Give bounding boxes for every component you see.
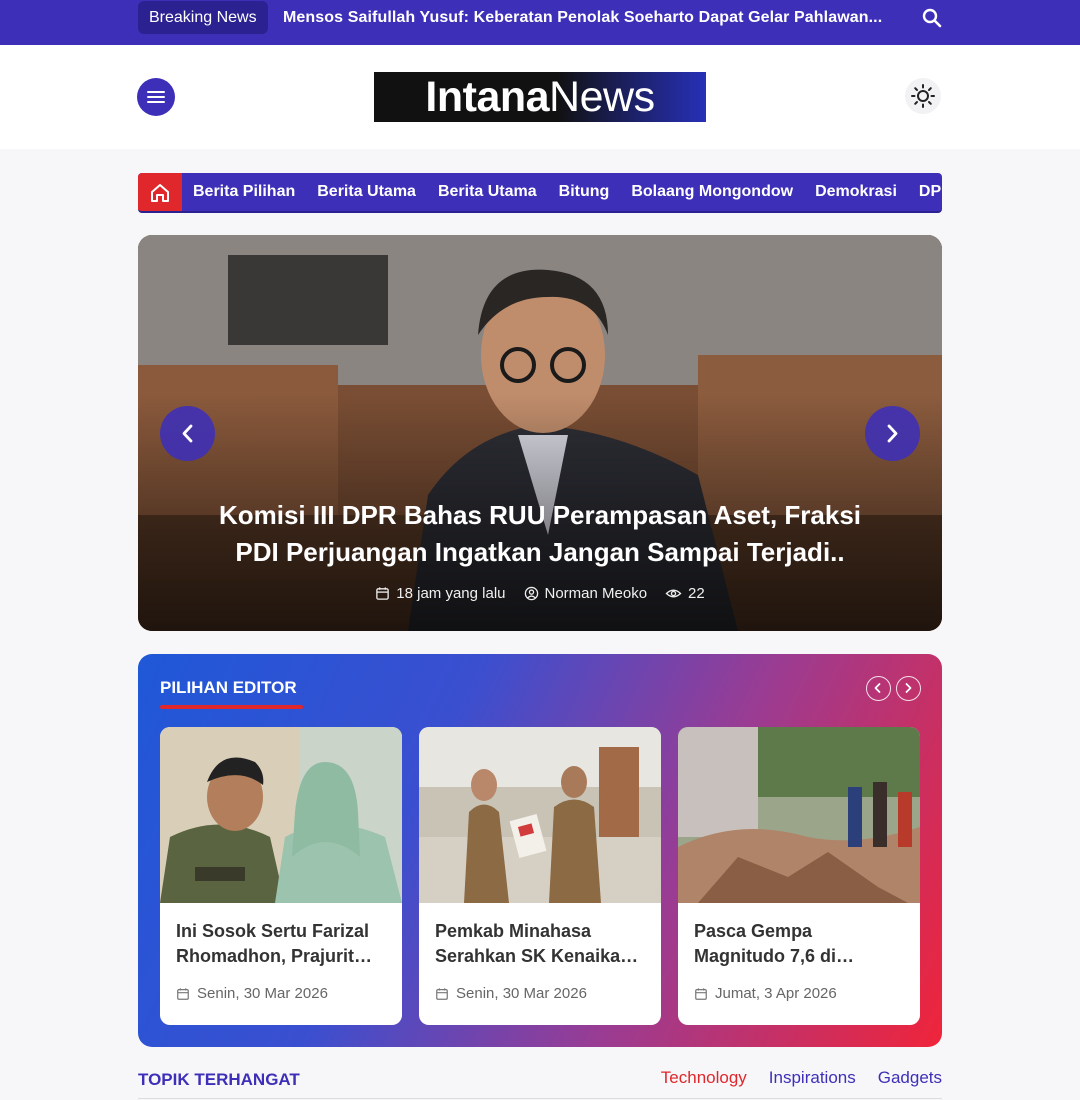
tab-gadgets[interactable]: Gadgets	[878, 1068, 942, 1088]
trending-topics-title: TOPIK TERHANGAT	[138, 1070, 300, 1089]
category-item[interactable]: Berita Utama	[306, 173, 427, 211]
article-title[interactable]: Pasca Gempa Magnitudo 7,6 di…	[694, 919, 906, 969]
calendar-icon	[695, 987, 707, 1000]
category-item[interactable]: Bitung	[548, 173, 621, 211]
sun-icon	[911, 84, 935, 108]
calendar-icon	[177, 987, 189, 1000]
home-icon	[151, 184, 169, 202]
hero-time: 18 jam yang lalu	[396, 585, 506, 602]
article-card[interactable]: Ini Sosok Sertu Farizal Rhomadhon, Praju…	[160, 727, 402, 1025]
category-item[interactable]: Demokrasi	[804, 173, 908, 211]
slider-next-button[interactable]	[865, 406, 920, 461]
site-header: IntanaNews	[0, 45, 1080, 149]
editor-next-button[interactable]	[896, 676, 921, 701]
section-title: PILIHAN EDITOR	[160, 678, 297, 697]
logo-text-news: News	[549, 73, 655, 121]
menu-button[interactable]	[137, 78, 175, 116]
article-image	[419, 727, 661, 903]
article-title[interactable]: Pemkab Minahasa Serahkan SK Kenaika…	[435, 919, 647, 969]
logo-text-intana: Intana	[425, 73, 550, 121]
site-logo[interactable]: IntanaNews	[374, 72, 706, 122]
chevron-left-icon	[182, 424, 193, 443]
tab-technology[interactable]: Technology	[661, 1068, 747, 1088]
calendar-icon	[436, 987, 448, 1000]
chevron-right-icon	[887, 424, 898, 443]
category-list: Berita Pilihan Berita Utama Berita Utama…	[182, 173, 942, 211]
breaking-news-bar: Breaking News Mensos Saifullah Yusuf: Ke…	[0, 0, 1080, 45]
category-item[interactable]: Bolaang Mongondow	[620, 173, 804, 211]
hero-meta: 18 jam yang lalu Norman Meoko 22	[138, 585, 942, 602]
editor-prev-button[interactable]	[866, 676, 891, 701]
breaking-news-headline[interactable]: Mensos Saifullah Yusuf: Keberatan Penola…	[283, 0, 882, 35]
category-nav: Berita Pilihan Berita Utama Berita Utama…	[138, 173, 942, 213]
user-icon	[524, 586, 538, 601]
search-icon[interactable]	[920, 6, 944, 30]
article-card[interactable]: Pasca Gempa Magnitudo 7,6 di… Jumat, 3 A…	[678, 727, 920, 1025]
theme-toggle-button[interactable]	[905, 78, 941, 114]
article-title[interactable]: Ini Sosok Sertu Farizal Rhomadhon, Praju…	[176, 919, 388, 969]
hero-views: 22	[688, 585, 705, 602]
article-image	[678, 727, 920, 903]
hero-author[interactable]: Norman Meoko	[545, 585, 648, 602]
editor-picks-section: PILIHAN EDITOR Ini Sosok Sertu Farizal R…	[138, 654, 942, 1047]
hero-slider[interactable]: Komisi III DPR Bahas RUU Perampasan Aset…	[138, 235, 942, 631]
article-date: Senin, 30 Mar 2026	[456, 985, 587, 1002]
calendar-icon	[376, 587, 390, 600]
article-image	[160, 727, 402, 903]
trending-topics-tabs: Technology Inspirations Gadgets	[661, 1068, 942, 1088]
category-item[interactable]: Berita Pilihan	[182, 173, 306, 211]
hero-headline[interactable]: Komisi III DPR Bahas RUU Perampasan Aset…	[198, 497, 882, 571]
tab-inspirations[interactable]: Inspirations	[769, 1068, 856, 1088]
breaking-news-label: Breaking News	[138, 1, 268, 34]
chevron-right-icon	[905, 683, 912, 693]
slider-prev-button[interactable]	[160, 406, 215, 461]
category-item[interactable]: DPRD	[908, 173, 942, 211]
article-date: Jumat, 3 Apr 2026	[715, 985, 837, 1002]
article-card[interactable]: Pemkab Minahasa Serahkan SK Kenaika… Sen…	[419, 727, 661, 1025]
menu-icon	[147, 91, 165, 93]
home-button[interactable]	[138, 173, 182, 211]
article-date: Senin, 30 Mar 2026	[197, 985, 328, 1002]
category-item[interactable]: Berita Utama	[427, 173, 548, 211]
eye-icon	[665, 589, 682, 598]
chevron-left-icon	[874, 683, 881, 693]
